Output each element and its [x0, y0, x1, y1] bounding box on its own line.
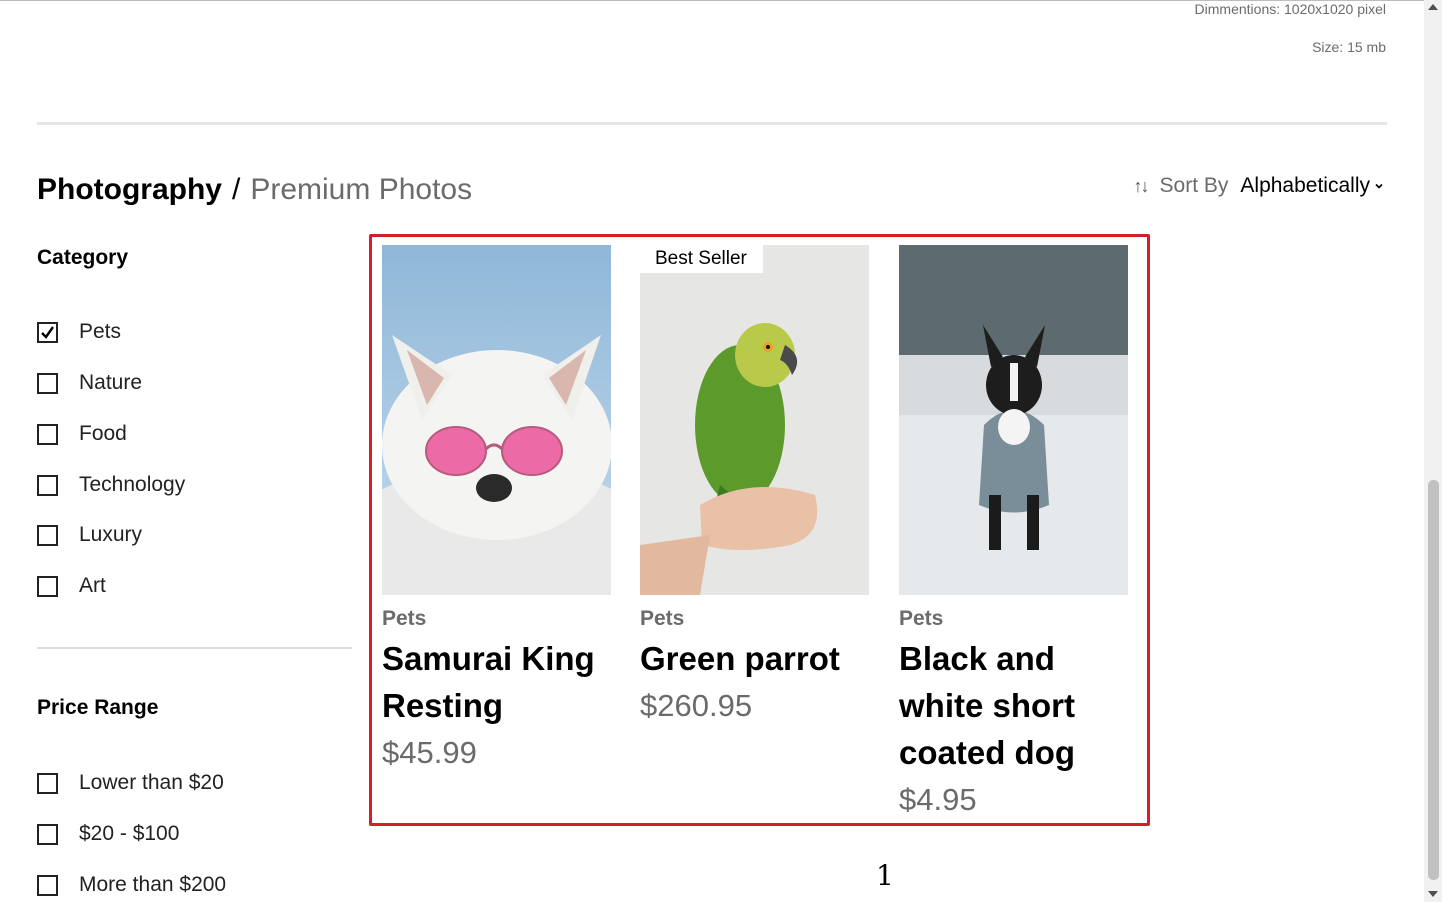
- product-card[interactable]: Pets Black and white short coated dog $4…: [899, 245, 1128, 823]
- checkbox[interactable]: [37, 524, 58, 546]
- checkbox[interactable]: [37, 372, 58, 394]
- sort-label: Sort By: [1159, 174, 1229, 197]
- breadcrumb: Photography / Premium Photos: [37, 173, 472, 207]
- filter-label: Luxury: [79, 523, 143, 546]
- checkbox[interactable]: [37, 874, 58, 896]
- filter-label: Technology: [79, 473, 186, 496]
- product-price: $4.95: [899, 782, 977, 817]
- category-filter-technology[interactable]: Technology: [37, 473, 185, 497]
- product-card[interactable]: Best Seller Pets Green parrot $260.95: [640, 245, 869, 729]
- filter-label: Pets: [79, 320, 122, 343]
- breadcrumb-main[interactable]: Photography: [37, 173, 222, 206]
- checkbox[interactable]: [37, 423, 58, 445]
- checkmark-icon: [41, 325, 54, 339]
- category-filter-food[interactable]: Food: [37, 422, 127, 446]
- category-title: Category: [37, 246, 129, 269]
- checkbox[interactable]: [37, 474, 58, 496]
- product-category: Pets: [899, 607, 944, 630]
- checkbox[interactable]: [37, 575, 58, 597]
- filter-label: Nature: [79, 371, 143, 394]
- scroll-thumb[interactable]: [1428, 480, 1439, 880]
- breadcrumb-separator: /: [232, 173, 241, 206]
- product-title[interactable]: Samurai King Resting: [382, 635, 611, 729]
- product-card[interactable]: Pets Samurai King Resting $45.99: [382, 245, 611, 776]
- scroll-up-icon[interactable]: [1428, 4, 1438, 10]
- vertical-scrollbar[interactable]: [1424, 0, 1442, 902]
- sort-value[interactable]: Alphabetically: [1240, 174, 1370, 198]
- breadcrumb-sub: Premium Photos: [250, 173, 473, 206]
- scroll-down-icon[interactable]: [1428, 891, 1438, 897]
- product-category: Pets: [382, 607, 427, 630]
- price-range-title: Price Range: [37, 696, 159, 719]
- product-title[interactable]: Green parrot: [640, 635, 869, 682]
- product-title[interactable]: Black and white short coated dog: [899, 635, 1128, 776]
- sidebar-divider: [37, 647, 352, 649]
- sort-control[interactable]: ↑↓ Sort By Alphabetically: [1134, 174, 1384, 198]
- checkbox[interactable]: [37, 321, 58, 343]
- checkbox[interactable]: [37, 823, 58, 845]
- product-category: Pets: [640, 607, 685, 630]
- category-filter-pets[interactable]: Pets: [37, 320, 121, 344]
- image-dimensions: Dimmentions: 1020x1020 pixel: [1194, 1, 1386, 17]
- checkbox[interactable]: [37, 772, 58, 794]
- price-filter-more-than-200[interactable]: More than $200: [37, 873, 226, 897]
- chevron-down-icon[interactable]: [1374, 181, 1384, 191]
- category-filter-art[interactable]: Art: [37, 574, 106, 598]
- product-image-white-dog[interactable]: [382, 245, 611, 595]
- category-filter-luxury[interactable]: Luxury: [37, 523, 142, 547]
- filter-label: Art: [79, 574, 106, 597]
- pagination-current-page[interactable]: 1: [876, 859, 894, 892]
- product-price: $45.99: [382, 735, 477, 770]
- filter-label: Food: [79, 422, 127, 445]
- filter-label: $20 - $100: [79, 822, 180, 845]
- price-filter-lower-than-20[interactable]: Lower than $20: [37, 771, 224, 795]
- product-image-green-parrot[interactable]: Best Seller: [640, 245, 869, 595]
- sort-arrows-icon: ↑↓: [1133, 175, 1150, 196]
- filter-label: More than $200: [79, 873, 227, 896]
- section-divider: [37, 122, 1387, 125]
- filter-label: Lower than $20: [79, 771, 224, 794]
- image-size: Size: 15 mb: [1312, 39, 1386, 55]
- best-seller-badge: Best Seller: [640, 245, 763, 273]
- product-image-boston-terrier[interactable]: [899, 245, 1128, 595]
- product-price: $260.95: [640, 688, 753, 723]
- category-filter-nature[interactable]: Nature: [37, 371, 142, 395]
- price-filter-20-100[interactable]: $20 - $100: [37, 822, 179, 846]
